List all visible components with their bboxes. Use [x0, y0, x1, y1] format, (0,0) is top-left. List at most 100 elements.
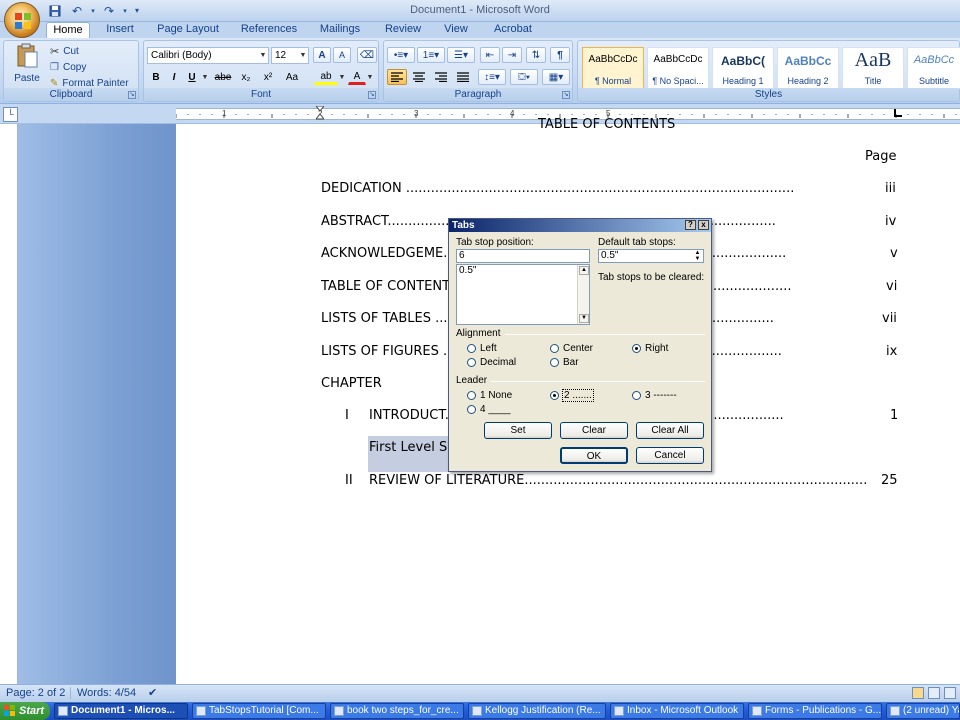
taskbar-item-label: Forms - Publications - G...: [765, 705, 882, 716]
font-color-button[interactable]: A: [348, 69, 366, 85]
alignment-decimal-radio[interactable]: [467, 358, 476, 367]
font-name-combo[interactable]: Calibri (Body) ▼: [147, 47, 269, 64]
highlight-dropdown-icon[interactable]: ▼: [338, 69, 346, 85]
font-color-dropdown-icon[interactable]: ▼: [366, 69, 374, 85]
underline-dropdown-icon[interactable]: ▼: [200, 69, 210, 85]
tab-page-layout[interactable]: Page Layout: [152, 22, 224, 38]
italic-button[interactable]: I: [166, 69, 182, 85]
copy-button[interactable]: ❐ Copy: [50, 60, 86, 74]
web-layout-view-icon[interactable]: [944, 687, 956, 699]
page-count[interactable]: Page: 2 of 2: [6, 687, 65, 699]
shrink-font-button[interactable]: A: [333, 47, 351, 63]
taskbar-item[interactable]: Kellogg Justification (Re...: [468, 703, 606, 719]
office-button[interactable]: [4, 2, 40, 38]
tab-acrobat[interactable]: Acrobat: [486, 22, 540, 38]
multilevel-list-button[interactable]: ☰▾: [447, 47, 475, 63]
paragraph-launcher-icon[interactable]: ↘: [562, 91, 570, 99]
set-button[interactable]: Set: [484, 422, 552, 439]
font-name-value: Calibri (Body): [151, 50, 212, 61]
full-screen-view-icon[interactable]: [928, 687, 940, 699]
spinner-icon[interactable]: ▲ ▼: [692, 250, 703, 262]
tab-stop-position-input[interactable]: 6: [456, 249, 590, 263]
leader-dots-radio[interactable]: [550, 391, 559, 400]
change-case-button[interactable]: Aa: [280, 69, 304, 85]
print-layout-view-icon[interactable]: [912, 687, 924, 699]
style-title[interactable]: AaB Title: [842, 47, 904, 89]
style-preview: AaB: [854, 49, 892, 71]
ok-button[interactable]: OK: [560, 447, 628, 464]
indent-marker-icon[interactable]: [314, 105, 326, 120]
tab-stop-list[interactable]: 0.5" ▲ ▼: [456, 264, 590, 325]
tab-stop-list-item[interactable]: 0.5": [459, 265, 589, 277]
font-size-dropdown-icon[interactable]: ▼: [298, 48, 308, 63]
bold-button[interactable]: B: [148, 69, 164, 85]
style-normal[interactable]: AaBbCcDc ¶ Normal: [582, 47, 644, 89]
proofing-icon[interactable]: ✔: [148, 686, 166, 700]
taskbar-item[interactable]: TabStopsTutorial [Com...: [192, 703, 326, 719]
style-no-spacing[interactable]: AaBbCcDc ¶ No Spaci...: [647, 47, 709, 89]
alignment-left-radio[interactable]: [467, 344, 476, 353]
highlight-color-button[interactable]: ab: [314, 69, 338, 85]
bullets-button[interactable]: •≡▾: [387, 47, 415, 63]
tab-review[interactable]: Review: [378, 22, 428, 38]
numbering-button[interactable]: 1≡▾: [417, 47, 445, 63]
close-button[interactable]: x: [698, 220, 709, 230]
alignment-center-radio[interactable]: [550, 344, 559, 353]
leader-underline-radio[interactable]: [467, 405, 476, 414]
style-heading-2[interactable]: AaBbCc Heading 2: [777, 47, 839, 89]
right-tab-marker-icon[interactable]: [894, 109, 902, 117]
taskbar-item[interactable]: book two steps_for_cre...: [330, 703, 464, 719]
default-tab-stops-input[interactable]: 0.5": [598, 249, 704, 263]
underline-button[interactable]: U: [184, 69, 200, 85]
word-count[interactable]: Words: 4/54: [70, 687, 136, 699]
sort-button[interactable]: ⇅: [526, 47, 546, 63]
clear-button[interactable]: Clear: [560, 422, 628, 439]
superscript-button[interactable]: x²: [258, 69, 278, 85]
cancel-button[interactable]: Cancel: [636, 447, 704, 464]
clear-all-button[interactable]: Clear All: [636, 422, 704, 439]
borders-button[interactable]: ▦▾: [542, 69, 570, 85]
help-button[interactable]: ?: [685, 220, 696, 230]
tab-selector-icon[interactable]: └: [3, 107, 18, 122]
leader-none-radio[interactable]: [467, 391, 476, 400]
tab-home[interactable]: Home: [46, 22, 90, 38]
leader-dashes-radio[interactable]: [632, 391, 641, 400]
clear-formatting-icon[interactable]: ⌫: [357, 47, 377, 63]
taskbar-item[interactable]: Forms - Publications - G...: [748, 703, 882, 719]
alignment-right-radio[interactable]: [632, 344, 641, 353]
cut-button[interactable]: ✂ Cut: [50, 44, 79, 58]
tab-view[interactable]: View: [438, 22, 474, 38]
grow-font-button[interactable]: A: [313, 47, 331, 63]
paste-button[interactable]: Paste: [10, 43, 44, 89]
decrease-indent-button[interactable]: ⇤: [480, 47, 500, 63]
font-size-combo[interactable]: 12 ▼: [271, 47, 309, 64]
style-heading-1[interactable]: AaBbC( Heading 1: [712, 47, 774, 89]
clipboard-launcher-icon[interactable]: ↘: [128, 91, 136, 99]
font-launcher-icon[interactable]: ↘: [368, 91, 376, 99]
scroll-up-icon[interactable]: ▲: [579, 266, 589, 275]
tab-mailings[interactable]: Mailings: [312, 22, 368, 38]
vertical-ruler[interactable]: [2, 124, 18, 684]
list-scrollbar[interactable]: ▲ ▼: [577, 265, 589, 324]
alignment-bar-radio[interactable]: [550, 358, 559, 367]
scroll-down-icon[interactable]: ▼: [579, 314, 589, 323]
taskbar-item[interactable]: Document1 - Micros...: [54, 703, 188, 719]
subscript-button[interactable]: x₂: [236, 69, 256, 85]
align-center-button[interactable]: [409, 69, 429, 85]
taskbar-item[interactable]: (2 unread) Ya: [886, 703, 960, 719]
increase-indent-button[interactable]: ⇥: [502, 47, 522, 63]
taskbar-item[interactable]: Inbox - Microsoft Outlook: [610, 703, 744, 719]
align-left-button[interactable]: [387, 69, 407, 85]
justify-button[interactable]: [453, 69, 473, 85]
align-right-button[interactable]: [431, 69, 451, 85]
start-button[interactable]: Start: [0, 702, 50, 720]
strikethrough-button[interactable]: abe: [212, 69, 234, 85]
font-name-dropdown-icon[interactable]: ▼: [258, 48, 268, 63]
cut-label: Cut: [63, 45, 79, 57]
show-hide-marks-button[interactable]: ¶: [550, 47, 570, 63]
tab-insert[interactable]: Insert: [98, 22, 142, 38]
tab-references[interactable]: References: [236, 22, 302, 38]
line-spacing-button[interactable]: ↕≡▾: [478, 69, 506, 85]
style-subtitle[interactable]: AaBbCc Subtitle: [907, 47, 960, 89]
shading-button[interactable]: ⛋▾: [510, 69, 538, 85]
